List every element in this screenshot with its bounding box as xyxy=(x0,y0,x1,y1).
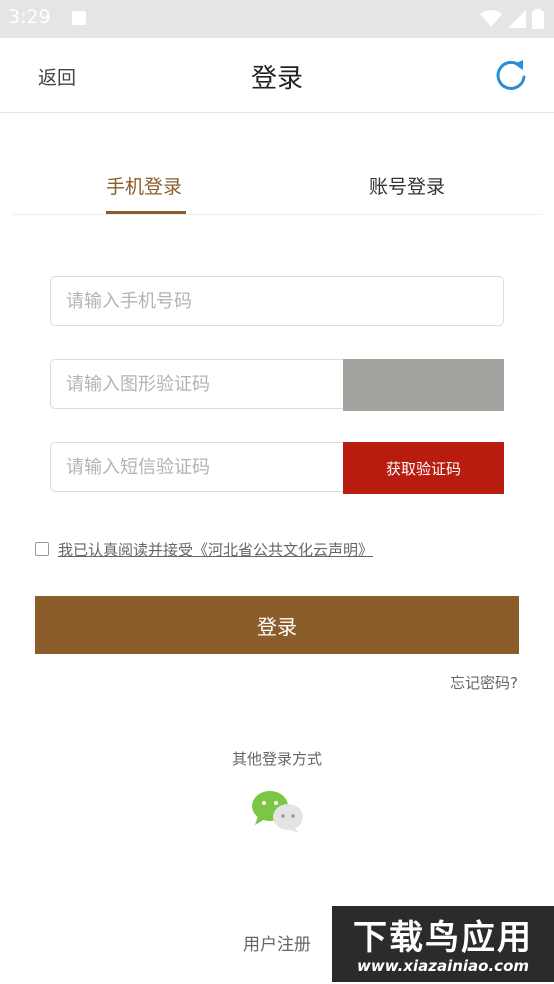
page-title: 登录 xyxy=(250,64,303,94)
tab-account-login[interactable]: 账号登录 xyxy=(369,172,445,199)
wifi-icon xyxy=(480,10,502,27)
signal-icon xyxy=(508,10,526,28)
sms-code-input[interactable] xyxy=(51,443,344,491)
status-bar: 3:29 xyxy=(0,0,554,38)
tab-phone-login[interactable]: 手机登录 xyxy=(106,172,182,199)
watermark-logo: 下载鸟应用 www.xiazainiao.com xyxy=(332,906,554,982)
battery-icon xyxy=(532,9,544,29)
watermark-url: www.xiazainiao.com xyxy=(356,957,530,975)
status-icons xyxy=(480,8,544,30)
sms-field xyxy=(50,442,344,492)
active-tab-indicator xyxy=(106,211,186,214)
agreement-checkbox[interactable] xyxy=(35,542,49,556)
nav-bar: 返回 登录 xyxy=(0,38,554,113)
notification-icon xyxy=(72,11,86,25)
phone-field xyxy=(50,276,504,326)
phone-input[interactable] xyxy=(51,277,503,325)
captcha-input[interactable] xyxy=(51,360,344,408)
register-link[interactable]: 用户注册 xyxy=(243,930,311,955)
wechat-icon[interactable] xyxy=(250,789,304,833)
forgot-password-link[interactable]: 忘记密码? xyxy=(450,672,518,693)
login-button[interactable]: 登录 xyxy=(35,596,519,654)
agreement-row: 我已认真阅读并接受《河北省公共文化云声明》 xyxy=(35,539,373,559)
agreement-link[interactable]: 我已认真阅读并接受《河北省公共文化云声明》 xyxy=(58,539,373,560)
status-time: 3:29 xyxy=(8,6,51,28)
get-sms-code-button[interactable]: 获取验证码 xyxy=(343,442,504,494)
watermark-title: 下载鸟应用 xyxy=(353,918,533,958)
other-login-title: 其他登录方式 xyxy=(231,750,322,768)
captcha-field xyxy=(50,359,344,409)
refresh-icon[interactable] xyxy=(492,55,530,93)
captcha-image[interactable] xyxy=(343,359,504,411)
login-tabs: 手机登录 账号登录 xyxy=(12,158,542,215)
